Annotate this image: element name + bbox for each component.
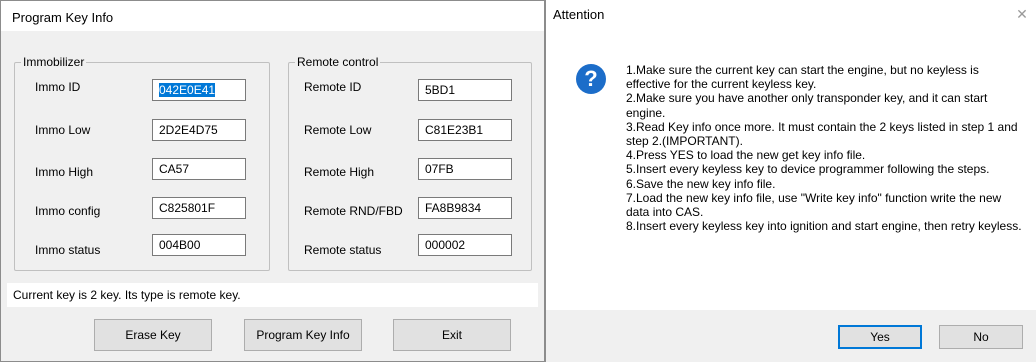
immo-low-label: Immo Low <box>35 123 91 137</box>
immo-low-field[interactable]: 2D2E4D75 <box>152 119 246 141</box>
immo-status-field[interactable]: 004B00 <box>152 234 246 256</box>
remote-low-label: Remote Low <box>304 123 372 137</box>
remote-high-label: Remote High <box>304 165 375 179</box>
remote-id-label: Remote ID <box>304 80 362 94</box>
remote-rnd-fbd-label: Remote RND/FBD <box>304 204 403 218</box>
yes-button[interactable]: Yes <box>838 325 922 349</box>
erase-key-button[interactable]: Erase Key <box>94 319 212 351</box>
message-line: 1.Make sure the current key can start th… <box>626 63 979 92</box>
remote-low-field[interactable]: C81E23B1 <box>418 119 512 141</box>
message-line: 6.Save the new key info file. <box>626 176 776 191</box>
window-title: Program Key Info <box>12 10 114 25</box>
question-icon: ? <box>576 64 606 94</box>
remote-status-label: Remote status <box>304 243 382 257</box>
dialog-button-bar: Yes No <box>546 310 1036 362</box>
remote-id-field[interactable]: 5BD1 <box>418 79 512 101</box>
immo-id-label: Immo ID <box>35 80 81 94</box>
dialog-title: Attention <box>553 7 605 22</box>
immo-high-label: Immo High <box>35 165 94 179</box>
immo-status-label: Immo status <box>35 243 101 257</box>
exit-button[interactable]: Exit <box>393 319 511 351</box>
immo-id-field[interactable]: 042E0E41 <box>152 79 246 101</box>
immobilizer-legend: Immobilizer <box>23 55 85 69</box>
immo-config-label: Immo config <box>35 204 101 218</box>
immo-config-field[interactable]: C825801F <box>152 197 246 219</box>
message-line: 5.Insert every keyless key to device pro… <box>626 162 990 177</box>
attention-message: 1.Make sure the current key can start th… <box>626 63 1026 233</box>
immo-high-field[interactable]: CA57 <box>152 158 246 180</box>
no-button[interactable]: No <box>939 325 1023 349</box>
remote-status-field[interactable]: 000002 <box>418 234 512 256</box>
remote-high-field[interactable]: 07FB <box>418 158 512 180</box>
program-key-info-titlebar[interactable]: Program Key Info <box>1 1 544 31</box>
status-bar: Current key is 2 key. Its type is remote… <box>7 283 538 307</box>
message-line: 4.Press YES to load the new get key info… <box>626 148 866 163</box>
program-key-info-window: Program Key Info Immobilizer Immo ID 042… <box>0 0 545 362</box>
message-line: 3.Read Key info once more. It must conta… <box>626 119 1018 149</box>
message-line: 7.Load the new key info file, use "Write… <box>626 190 1002 220</box>
program-key-info-button[interactable]: Program Key Info <box>244 319 362 351</box>
message-line: 2.Make sure you have another only transp… <box>626 91 988 120</box>
remote-control-legend: Remote control <box>297 55 379 69</box>
status-text: Current key is 2 key. Its type is remote… <box>13 288 241 302</box>
remote-rnd-fbd-field[interactable]: FA8B9834 <box>418 197 512 219</box>
message-line: 8.Insert every keyless key into ignition… <box>626 219 1022 234</box>
close-icon[interactable]: ✕ <box>1014 6 1030 22</box>
attention-titlebar[interactable]: Attention ✕ <box>546 0 1036 30</box>
attention-dialog: Attention ✕ ? 1.Make sure the current ke… <box>545 0 1036 362</box>
